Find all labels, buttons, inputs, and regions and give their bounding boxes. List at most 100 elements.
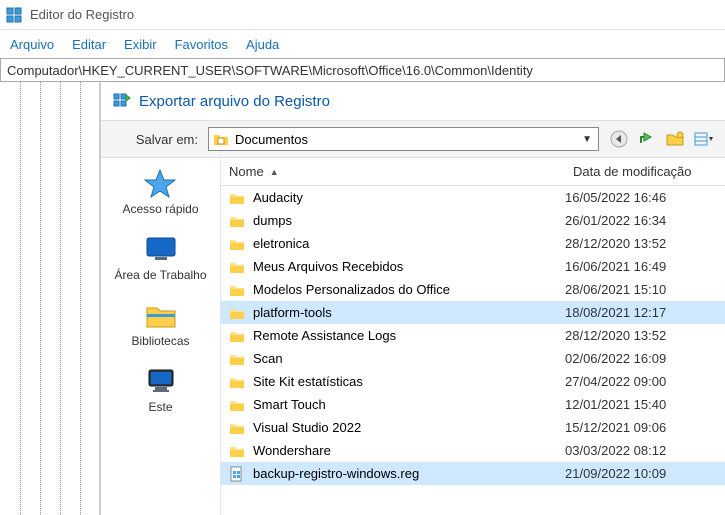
place-desktop[interactable]: Área de Trabalho [114, 234, 206, 282]
tree-stub [0, 82, 100, 515]
views-button[interactable] [693, 129, 713, 149]
dialog-title-row: Exportar arquivo do Registro [101, 82, 725, 120]
folder-icon [229, 351, 245, 367]
folder-row[interactable]: dumps26/01/2022 16:34 [221, 209, 725, 232]
menu-arquivo[interactable]: Arquivo [10, 37, 54, 52]
place-thispc[interactable]: Este [143, 366, 179, 414]
desktop-icon [143, 234, 179, 264]
menu-favoritos[interactable]: Favoritos [175, 37, 228, 52]
folder-row[interactable]: Meus Arquivos Recebidos16/06/2021 16:49 [221, 255, 725, 278]
file-date: 15/12/2021 09:06 [565, 420, 717, 435]
file-name: Scan [253, 351, 565, 366]
export-icon [113, 92, 131, 110]
star-icon [142, 168, 178, 198]
folder-row[interactable]: eletronica28/12/2020 13:52 [221, 232, 725, 255]
menu-ajuda[interactable]: Ajuda [246, 37, 279, 52]
folder-icon [229, 213, 245, 229]
folder-row[interactable]: Smart Touch12/01/2021 15:40 [221, 393, 725, 416]
place-thispc-label: Este [148, 400, 172, 414]
regfile-icon [229, 466, 245, 482]
file-date: 03/03/2022 08:12 [565, 443, 717, 458]
file-date: 02/06/2022 16:09 [565, 351, 717, 366]
column-name[interactable]: Nome ▲ [221, 158, 565, 185]
file-date: 18/08/2021 12:17 [565, 305, 717, 320]
file-name: dumps [253, 213, 565, 228]
column-date[interactable]: Data de modificação [565, 158, 725, 185]
folder-icon [229, 236, 245, 252]
file-row[interactable]: backup-registro-windows.reg21/09/2022 10… [221, 462, 725, 485]
chevron-down-icon: ▼ [582, 134, 592, 145]
folder-icon [229, 282, 245, 298]
nav-icons [609, 129, 713, 149]
folder-row[interactable]: Audacity16/05/2022 16:46 [221, 186, 725, 209]
dialog-title: Exportar arquivo do Registro [139, 93, 330, 110]
place-libraries-label: Bibliotecas [131, 334, 189, 348]
folder-row[interactable]: Scan02/06/2022 16:09 [221, 347, 725, 370]
folder-icon [229, 397, 245, 413]
work-zone: Exportar arquivo do Registro Salvar em: … [0, 82, 725, 515]
file-date: 27/04/2022 09:00 [565, 374, 717, 389]
file-name: Wondershare [253, 443, 565, 458]
export-dialog: Exportar arquivo do Registro Salvar em: … [100, 82, 725, 515]
file-name: eletronica [253, 236, 565, 251]
file-date: 12/01/2021 15:40 [565, 397, 717, 412]
file-name: Smart Touch [253, 397, 565, 412]
folder-icon [229, 328, 245, 344]
save-in-label: Salvar em: [113, 132, 198, 147]
address-path: Computador\HKEY_CURRENT_USER\SOFTWARE\Mi… [7, 63, 533, 78]
dialog-body: Acesso rápido Área de Trabalho Bibliotec… [101, 158, 725, 515]
folder-row[interactable]: Wondershare03/03/2022 08:12 [221, 439, 725, 462]
file-date: 21/09/2022 10:09 [565, 466, 717, 481]
sort-caret-icon: ▲ [270, 167, 279, 177]
folder-icon [229, 374, 245, 390]
thispc-icon [143, 366, 179, 396]
file-rows: Audacity16/05/2022 16:46dumps26/01/2022 … [221, 186, 725, 485]
file-date: 16/05/2022 16:46 [565, 190, 717, 205]
file-name: Modelos Personalizados do Office [253, 282, 565, 297]
folder-row[interactable]: Visual Studio 202215/12/2021 09:06 [221, 416, 725, 439]
folder-icon [229, 259, 245, 275]
places-bar: Acesso rápido Área de Trabalho Bibliotec… [101, 158, 221, 515]
file-name: Audacity [253, 190, 565, 205]
save-in-row: Salvar em: Documentos ▼ [101, 120, 725, 158]
menu-exibir[interactable]: Exibir [124, 37, 157, 52]
folder-row[interactable]: Site Kit estatísticas27/04/2022 09:00 [221, 370, 725, 393]
folder-icon [229, 190, 245, 206]
new-folder-button[interactable] [665, 129, 685, 149]
file-name: Visual Studio 2022 [253, 420, 565, 435]
file-list-header: Nome ▲ Data de modificação [221, 158, 725, 186]
file-date: 28/12/2020 13:52 [565, 328, 717, 343]
title-bar: Editor do Registro [0, 0, 725, 30]
file-name: backup-registro-windows.reg [253, 466, 565, 481]
address-bar[interactable]: Computador\HKEY_CURRENT_USER\SOFTWARE\Mi… [0, 58, 725, 82]
menu-editar[interactable]: Editar [72, 37, 106, 52]
docfolder-icon [213, 131, 229, 147]
libraries-icon [143, 300, 179, 330]
place-libraries[interactable]: Bibliotecas [131, 300, 189, 348]
folder-icon [229, 420, 245, 436]
folder-row[interactable]: Remote Assistance Logs28/12/2020 13:52 [221, 324, 725, 347]
save-in-combo[interactable]: Documentos ▼ [208, 127, 599, 151]
file-date: 28/12/2020 13:52 [565, 236, 717, 251]
place-quick-label: Acesso rápido [122, 202, 198, 216]
place-quick-access[interactable]: Acesso rápido [122, 168, 198, 216]
file-name: Site Kit estatísticas [253, 374, 565, 389]
window-title: Editor do Registro [30, 7, 134, 22]
back-button[interactable] [609, 129, 629, 149]
file-name: Remote Assistance Logs [253, 328, 565, 343]
up-button[interactable] [637, 129, 657, 149]
file-list: Nome ▲ Data de modificação Audacity16/05… [221, 158, 725, 515]
file-date: 26/01/2022 16:34 [565, 213, 717, 228]
folder-icon [229, 305, 245, 321]
folder-row[interactable]: platform-tools18/08/2021 12:17 [221, 301, 725, 324]
save-in-value: Documentos [235, 132, 308, 147]
place-desktop-label: Área de Trabalho [114, 268, 206, 282]
file-date: 28/06/2021 15:10 [565, 282, 717, 297]
app-icon [6, 7, 22, 23]
folder-row[interactable]: Modelos Personalizados do Office28/06/20… [221, 278, 725, 301]
folder-icon [229, 443, 245, 459]
file-name: Meus Arquivos Recebidos [253, 259, 565, 274]
file-name: platform-tools [253, 305, 565, 320]
file-date: 16/06/2021 16:49 [565, 259, 717, 274]
menu-bar: Arquivo Editar Exibir Favoritos Ajuda [0, 30, 725, 58]
